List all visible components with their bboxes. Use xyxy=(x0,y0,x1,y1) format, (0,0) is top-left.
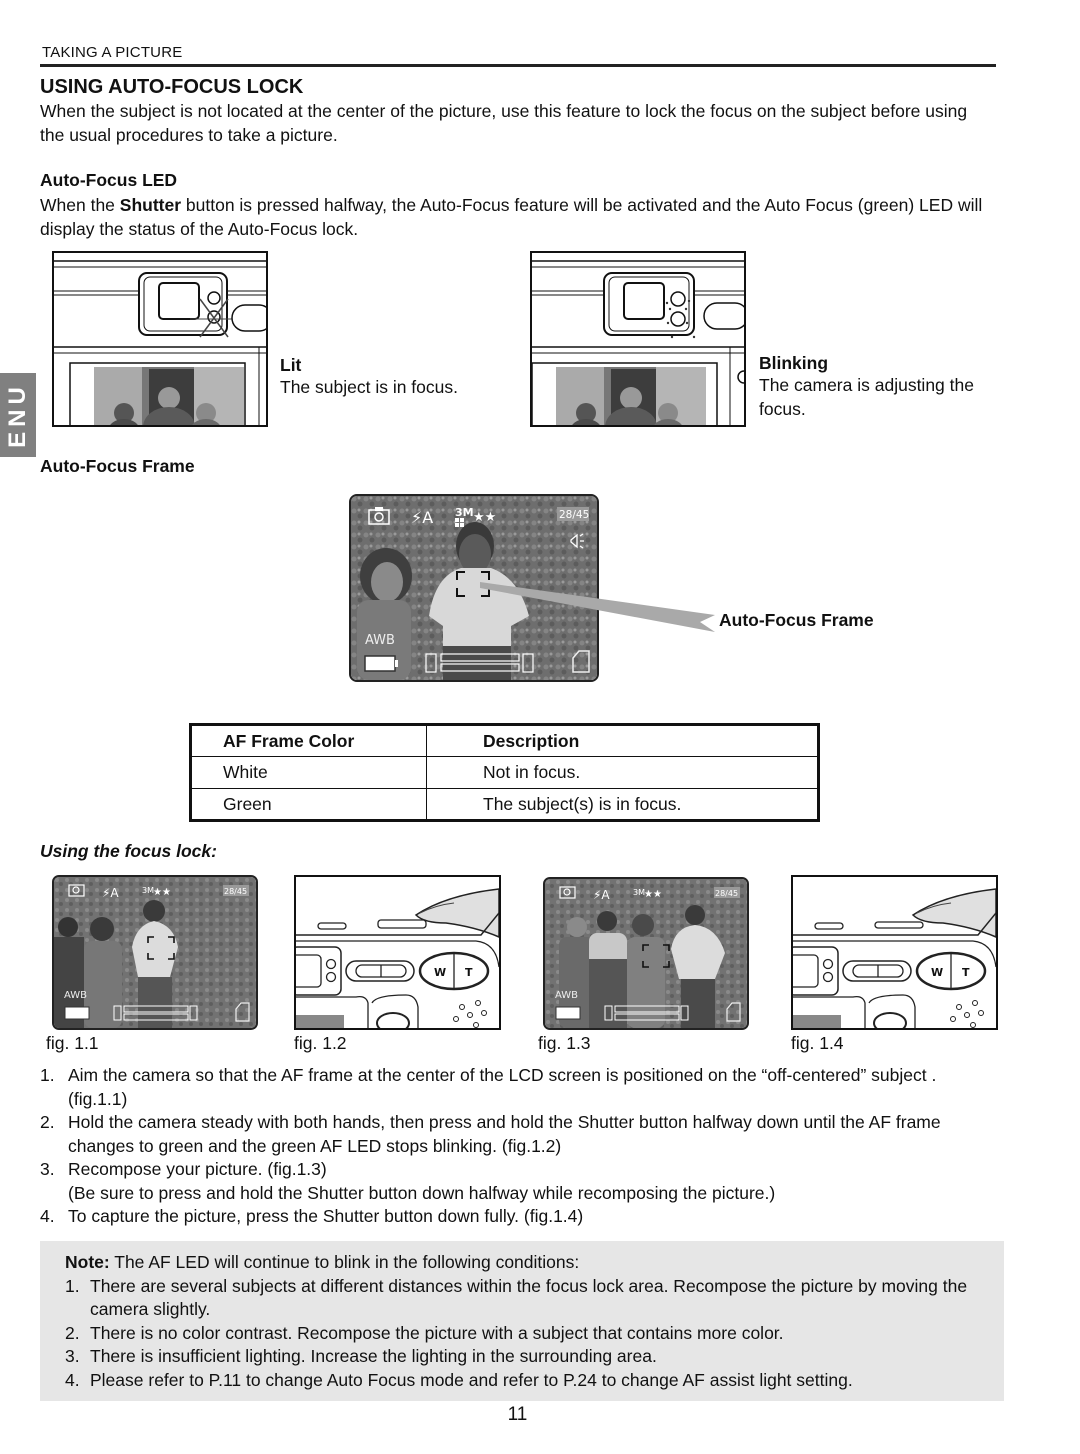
svg-text:28/45: 28/45 xyxy=(224,887,247,896)
led-blinking-illustration xyxy=(530,251,746,427)
table-row: White Not in focus. xyxy=(190,756,819,789)
step-text: Recompose your picture. (fig.1.3) xyxy=(68,1159,327,1179)
focus-lock-heading: Using the focus lock: xyxy=(40,841,217,861)
note-item: 3. There is insufficient lighting. Increa… xyxy=(65,1345,985,1369)
lit-description: The subject is in focus. xyxy=(280,377,458,397)
note-text: There is no color contrast. Recompose th… xyxy=(90,1322,784,1343)
quality-icon: ★★ xyxy=(473,510,496,525)
note-text: There are several subjects at different … xyxy=(90,1275,968,1320)
svg-text:AWB: AWB xyxy=(64,990,87,1001)
page-number: 11 xyxy=(507,1404,528,1425)
blinking-caption: Blinking The camera is adjusting the foc… xyxy=(759,353,999,421)
flash-auto-icon: ⚡A xyxy=(411,508,433,527)
table-cell-color: White xyxy=(190,756,427,789)
note-text: Please refer to P.11 to change Auto Focu… xyxy=(90,1369,853,1390)
table-header-row: AF Frame Color Description xyxy=(190,724,819,757)
note-number: 1. xyxy=(65,1275,80,1296)
led-lit-illustration xyxy=(52,251,268,427)
af-led-text-after: button is pressed halfway, the Auto-Focu… xyxy=(40,195,983,239)
svg-text:★★: ★★ xyxy=(153,887,171,898)
section-title: USING AUTO-FOCUS LOCK xyxy=(40,76,304,98)
svg-text:3M: 3M xyxy=(455,506,474,519)
header-rule xyxy=(40,64,996,67)
awb-icon: AWB xyxy=(365,633,395,648)
step-text: To capture the picture, press the Shutte… xyxy=(68,1206,584,1226)
fig-caption: fig. 1.2 xyxy=(294,1033,347,1053)
note-box: Note: The AF LED will continue to blink … xyxy=(40,1241,1004,1401)
svg-text:28/45: 28/45 xyxy=(715,889,738,898)
note-label: Note: xyxy=(65,1252,110,1272)
af-frame-color-table: AF Frame Color Description White Not in … xyxy=(189,723,820,822)
fig-1-4-camera: W T xyxy=(791,875,998,1030)
shot-counter: 28/45 xyxy=(559,509,589,521)
language-tab: ENU xyxy=(0,373,36,457)
table-header-description: Description xyxy=(426,724,819,757)
fig-caption: fig. 1.4 xyxy=(791,1033,844,1053)
table-cell-description: The subject(s) is in focus. xyxy=(426,788,819,821)
step-number: 1. xyxy=(40,1065,55,1085)
running-head: TAKING A PICTURE xyxy=(42,44,183,61)
focus-lock-steps: 1. Aim the camera so that the AF frame a… xyxy=(40,1064,1000,1229)
svg-text:★★: ★★ xyxy=(644,889,662,900)
table-cell-description: Not in focus. xyxy=(426,756,819,789)
af-led-description: When the Shutter button is pressed halfw… xyxy=(40,194,990,241)
table-row: Green The subject(s) is in focus. xyxy=(190,788,819,821)
step-number: 3. xyxy=(40,1159,55,1179)
note-number: 2. xyxy=(65,1322,80,1343)
fig-caption: fig. 1.3 xyxy=(538,1033,591,1053)
step-item: 4. To capture the picture, press the Shu… xyxy=(40,1205,1000,1229)
table-cell-color: Green xyxy=(190,788,427,821)
blinking-title: Blinking xyxy=(759,353,829,373)
af-frame-heading: Auto-Focus Frame xyxy=(40,456,195,476)
step-item: 1. Aim the camera so that the AF frame a… xyxy=(40,1064,1000,1111)
note-intro-text: The AF LED will continue to blink in the… xyxy=(109,1252,580,1272)
note-intro: Note: The AF LED will continue to blink … xyxy=(65,1251,1004,1275)
svg-text:AWB: AWB xyxy=(555,990,578,1001)
note-item: 2. There is no color contrast. Recompose … xyxy=(65,1322,985,1346)
fig-1-2-camera: W T xyxy=(294,875,501,1030)
af-led-heading: Auto-Focus LED xyxy=(40,170,178,190)
svg-text:T: T xyxy=(962,966,970,979)
note-item: 1. There are several subjects at differen… xyxy=(65,1275,985,1322)
blinking-description: The camera is adjusting the focus. xyxy=(759,375,974,419)
language-tab-label: ENU xyxy=(4,382,32,448)
callout-arrow xyxy=(480,582,715,632)
fig-caption: fig. 1.1 xyxy=(46,1033,99,1053)
svg-text:⚡A: ⚡A xyxy=(593,888,610,902)
zoom-wide-label: W xyxy=(434,966,446,979)
section-intro: When the subject is not located at the c… xyxy=(40,101,968,145)
step-item: 2. Hold the camera steady with both hand… xyxy=(40,1111,1000,1158)
note-item: 4. Please refer to P.11 to change Auto Fo… xyxy=(65,1369,985,1393)
svg-text:W: W xyxy=(931,966,943,979)
step-subtext: (Be sure to press and hold the Shutter b… xyxy=(68,1182,776,1203)
step-number: 4. xyxy=(40,1206,55,1226)
fig-1-1-lcd: ⚡A 3M ★★ 28/45 AWB xyxy=(52,875,258,1030)
step-item: 3. Recompose your picture. (fig.1.3) (Be… xyxy=(40,1158,1000,1205)
callout-label: Auto-Focus Frame xyxy=(719,610,874,630)
note-number: 4. xyxy=(65,1369,80,1390)
table-header-color: AF Frame Color xyxy=(190,724,427,757)
fig-1-3-lcd: ⚡A 3M ★★ 28/45 AWB xyxy=(543,877,749,1030)
af-led-text-before: When the xyxy=(40,195,120,215)
svg-text:⚡A: ⚡A xyxy=(102,886,119,900)
lit-title: Lit xyxy=(280,355,302,375)
note-text: There is insufficient lighting. Increase… xyxy=(90,1346,657,1366)
battery-icon xyxy=(364,655,398,672)
step-text: Hold the camera steady with both hands, … xyxy=(68,1112,941,1156)
step-text: Aim the camera so that the AF frame at t… xyxy=(68,1065,937,1109)
note-list: 1. There are several subjects at differen… xyxy=(65,1275,1004,1393)
note-number: 3. xyxy=(65,1346,80,1366)
shutter-term: Shutter xyxy=(119,195,182,215)
lit-caption: Lit The subject is in focus. xyxy=(280,355,480,400)
zoom-tele-label: T xyxy=(465,966,473,979)
step-number: 2. xyxy=(40,1112,55,1132)
